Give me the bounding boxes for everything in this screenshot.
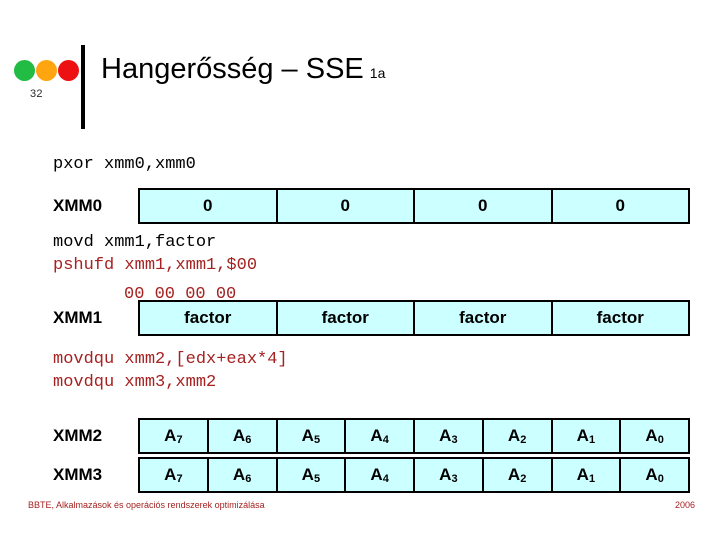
footer-year: 2006 <box>674 500 695 510</box>
register-label-xmm2: XMM2 <box>53 426 103 445</box>
register-cell: A4 <box>346 420 415 452</box>
register-cell: A2 <box>483 459 553 491</box>
cell-subscript: 7 <box>176 434 183 446</box>
cell-base: A <box>645 465 658 484</box>
register-cell: A1 <box>552 459 622 491</box>
cell-base: A <box>576 465 589 484</box>
cell-subscript: 5 <box>313 473 321 485</box>
cell-base: A <box>301 426 314 445</box>
footer-course-text: BBTE, Alkalmazások és operációs rendszer… <box>28 500 265 510</box>
register-cell: A1 <box>552 420 622 452</box>
cell-base: A <box>507 426 521 445</box>
register-cell: A5 <box>277 459 347 491</box>
register-cell: A3 <box>415 459 484 491</box>
register-box-xmm0: 0 0 0 0 <box>138 188 690 224</box>
cell-subscript: 4 <box>382 473 389 485</box>
cell-subscript: 0 <box>657 434 664 446</box>
cell-subscript: 1 <box>588 434 596 446</box>
status-dot-red <box>58 60 79 81</box>
cell-base: A <box>164 465 177 484</box>
page-title: Hangerősség – SSE 1a <box>101 53 385 86</box>
register-cell: factor <box>140 302 278 334</box>
register-box-xmm2: A7 A6 A5 A4 A3 A2 A1 A0 <box>138 418 690 454</box>
page-title-main: Hangerősség – SSE <box>101 53 364 85</box>
register-cell: 0 <box>415 190 553 222</box>
cell-subscript: 2 <box>520 434 527 446</box>
cell-subscript: 2 <box>520 473 527 485</box>
status-dot-green <box>14 60 35 81</box>
register-cell: 0 <box>552 190 688 222</box>
register-cell: A0 <box>621 420 688 452</box>
register-cell: A2 <box>483 420 553 452</box>
register-cell: A3 <box>415 420 484 452</box>
register-row-xmm2: XMM2 A7 A6 A5 A4 A3 A2 A1 A0 <box>53 418 690 454</box>
register-cell: A4 <box>346 459 415 491</box>
cell-base: A <box>301 465 314 484</box>
register-cell: factor <box>552 302 688 334</box>
cell-base: A <box>370 426 383 445</box>
cell-subscript: 3 <box>451 473 458 485</box>
register-box-xmm3: A7 A6 A5 A4 A3 A2 A1 A0 <box>138 457 690 493</box>
slide-header: 32 Hangerősség – SSE 1a <box>0 0 720 135</box>
cell-base: A <box>439 426 452 445</box>
register-label-xmm0: XMM0 <box>53 196 103 215</box>
code-line-movdqu-copy: movdqu xmm3,xmm2 <box>53 373 217 392</box>
cell-subscript: 6 <box>245 434 252 446</box>
cell-subscript: 0 <box>657 473 664 485</box>
cell-subscript: 4 <box>382 434 389 446</box>
status-dot-orange <box>36 60 57 81</box>
register-cell: factor <box>277 302 415 334</box>
cell-subscript: 5 <box>313 434 321 446</box>
cell-base: A <box>507 465 521 484</box>
page-title-suffix: 1a <box>369 65 386 81</box>
register-cell: A7 <box>140 459 209 491</box>
register-cell: A7 <box>140 420 209 452</box>
code-line-pshufd: pshufd xmm1,xmm1,$00 <box>53 256 258 275</box>
cell-base: A <box>232 465 246 484</box>
cell-base: A <box>645 426 658 445</box>
status-dot-group <box>14 60 80 84</box>
register-label-xmm3: XMM3 <box>53 465 103 484</box>
cell-base: A <box>370 465 383 484</box>
cell-base: A <box>576 426 589 445</box>
register-cell: factor <box>415 302 553 334</box>
slide-number: 32 <box>30 88 43 100</box>
cell-base: A <box>164 426 177 445</box>
cell-base: A <box>232 426 246 445</box>
code-line-movd: movd xmm1,factor <box>53 233 217 252</box>
register-cell: A0 <box>621 459 688 491</box>
register-cell: 0 <box>140 190 278 222</box>
register-box-xmm1: factor factor factor factor <box>138 300 690 336</box>
slide-footer: BBTE, Alkalmazások és operációs rendszer… <box>0 500 720 518</box>
register-cell: A6 <box>208 420 278 452</box>
register-row-xmm0: XMM0 0 0 0 0 <box>53 188 690 224</box>
register-row-xmm3: XMM3 A7 A6 A5 A4 A3 A2 A1 A0 <box>53 457 690 493</box>
header-divider-bar <box>81 45 85 129</box>
cell-subscript: 3 <box>451 434 458 446</box>
register-cell: 0 <box>277 190 415 222</box>
register-cell: A5 <box>277 420 347 452</box>
cell-base: A <box>439 465 452 484</box>
register-cell: A6 <box>208 459 278 491</box>
cell-subscript: 7 <box>176 473 183 485</box>
code-line-pxor: pxor xmm0,xmm0 <box>53 155 196 174</box>
cell-subscript: 1 <box>588 473 596 485</box>
code-line-movdqu-load: movdqu xmm2,[edx+eax*4] <box>53 350 288 369</box>
register-row-xmm1: XMM1 factor factor factor factor <box>53 300 690 336</box>
cell-subscript: 6 <box>245 473 252 485</box>
register-label-xmm1: XMM1 <box>53 308 103 327</box>
